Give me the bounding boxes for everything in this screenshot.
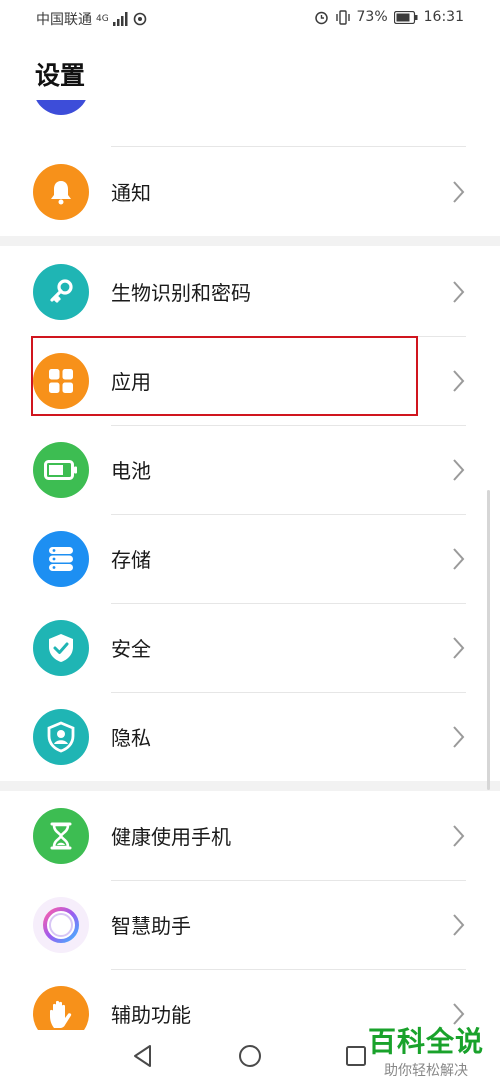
highlight-box (31, 336, 418, 416)
alarm-icon (314, 11, 328, 24)
settings-item-label: 生物识别和密码 (111, 281, 251, 305)
clock: 16:31 (423, 9, 464, 25)
settings-item-label: 电池 (111, 459, 151, 483)
settings-item-digital-balance[interactable]: 健康使用手机 (0, 792, 500, 880)
settings-item-notifications[interactable]: 通知 (0, 148, 500, 236)
settings-item-security[interactable]: 安全 (0, 604, 500, 692)
chevron-right-icon (453, 181, 465, 203)
divider (111, 146, 466, 147)
watermark-subtitle: 助你轻松解决 (383, 1063, 468, 1079)
vibrate-icon (335, 9, 350, 25)
chevron-right-icon (453, 637, 465, 659)
settings-item-label: 健康使用手机 (111, 825, 231, 849)
recents-icon[interactable] (345, 1045, 367, 1067)
settings-item-biometrics[interactable]: 生物识别和密码 (0, 248, 500, 336)
chevron-right-icon (453, 459, 465, 481)
key-icon (33, 264, 89, 320)
hourglass-icon (33, 808, 89, 864)
settings-item-label: 通知 (111, 181, 151, 205)
settings-item-label: 智慧助手 (111, 914, 191, 938)
chevron-right-icon (453, 825, 465, 847)
watermark-title: 百科全说 (367, 1025, 484, 1058)
settings-item-battery[interactable]: 电池 (0, 426, 500, 514)
storage-icon (33, 531, 89, 587)
signal-icon (112, 12, 128, 26)
section-separator (0, 236, 500, 246)
chevron-right-icon (453, 281, 465, 303)
chevron-right-icon (453, 914, 465, 936)
battery-status-icon (393, 10, 418, 24)
settings-item-label: 隐私 (111, 726, 151, 750)
settings-item-storage[interactable]: 存储 (0, 515, 500, 603)
settings-item-label: 存储 (111, 548, 151, 572)
battery-percent: 73% (356, 9, 388, 25)
carrier-label: 中国联通 (36, 12, 92, 28)
settings-item-label: 辅助功能 (111, 1003, 191, 1027)
settings-item-label: 安全 (111, 637, 151, 661)
chevron-right-icon (453, 548, 465, 570)
battery-icon (33, 442, 89, 498)
status-bar: 中国联通 4G 73% 16:31 (0, 0, 500, 36)
data-sync-icon (133, 12, 147, 26)
bell-icon (33, 164, 89, 220)
section-separator (0, 781, 500, 791)
chevron-right-icon (453, 370, 465, 392)
shield-check-icon (33, 620, 89, 676)
back-icon[interactable] (132, 1044, 154, 1068)
network-type: 4G (96, 13, 109, 24)
privacy-icon (33, 709, 89, 765)
settings-item-privacy[interactable]: 隐私 (0, 693, 500, 781)
settings-item-assistant[interactable]: 智慧助手 (0, 881, 500, 969)
watermark: 百科全说 助你轻松解决 (368, 1020, 484, 1080)
page-title: 设置 (35, 61, 86, 90)
home-icon[interactable] (238, 1044, 262, 1068)
assistant-icon (33, 897, 89, 953)
scrollbar[interactable] (487, 490, 490, 790)
chevron-right-icon (453, 726, 465, 748)
